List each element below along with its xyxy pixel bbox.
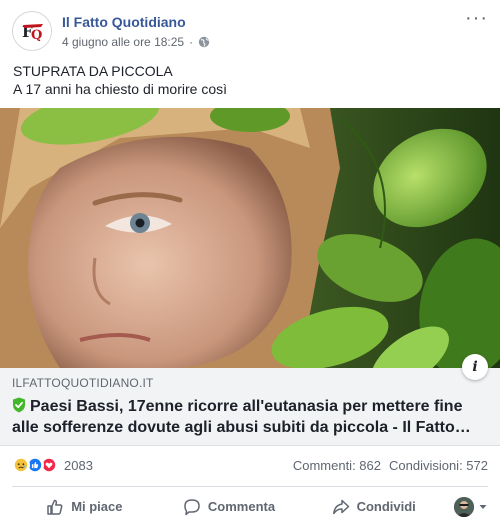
link-domain: ILFATTOQUOTIDIANO.IT [12,376,154,390]
page-avatar[interactable]: F Q [12,11,52,51]
viewer-avatar [454,496,475,517]
reactions-summary[interactable]: 2083 [12,456,93,474]
post-text-line-2: A 17 anni ha chiesto di morire così [13,81,228,97]
reaction-count: 2083 [64,457,93,473]
share-button[interactable]: Condividi [301,489,446,525]
link-headline-text: Paesi Bassi, 17enne ricorre all'eutanasi… [12,398,471,436]
girl-with-leaves-photo [0,108,500,368]
chevron-down-icon [479,504,487,509]
sad-reaction-icon [12,456,30,474]
post-message: STUPRATA DA PICCOLA A 17 anni ha chiesto… [13,62,227,98]
comment-label: Commenta [207,499,276,514]
like-button[interactable]: Mi piace [12,489,157,525]
stats-right: Commenti: 862 Condivisioni: 572 [293,458,488,473]
svg-text:Q: Q [31,28,42,43]
share-label: Condividi [356,499,416,514]
info-icon[interactable]: i [462,354,488,380]
thumbs-up-icon [47,499,63,515]
post-timestamp[interactable]: 4 giugno alle ore 18:25 [62,35,184,49]
more-options-icon[interactable]: ··· [465,8,488,28]
post-stats: 2083 Commenti: 862 Condivisioni: 572 [12,456,488,478]
like-label: Mi piace [71,499,123,514]
link-preview-image[interactable] [0,108,500,368]
comments-count[interactable]: Commenti: 862 [293,458,381,473]
separator-dot: · [189,35,194,49]
link-preview-card[interactable]: i ILFATTOQUOTIDIANO.IT Paesi Bassi, 17en… [0,354,500,446]
viewer-photo-icon [454,496,475,517]
page-name-link[interactable]: Il Fatto Quotidiano [62,14,186,30]
globe-icon[interactable] [198,36,210,48]
comment-button[interactable]: Commenta [157,489,302,525]
post-actions-bar: Mi piace Commenta Condividi [12,486,488,526]
post-text-line-1: STUPRATA DA PICCOLA [13,63,173,79]
link-headline[interactable]: Paesi Bassi, 17enne ricorre all'eutanasi… [12,396,490,438]
post-meta: 4 giugno alle ore 18:25 · [62,35,210,49]
verified-shield-icon [13,397,25,413]
page-logo-icon: F Q [14,13,51,50]
post-header: F Q Il Fatto Quotidiano 4 giugno alle or… [0,0,500,60]
shares-count[interactable]: Condivisioni: 572 [389,458,488,473]
viewer-selector[interactable] [446,496,488,517]
comment-bubble-icon [184,498,200,515]
share-arrow-icon [332,499,349,514]
